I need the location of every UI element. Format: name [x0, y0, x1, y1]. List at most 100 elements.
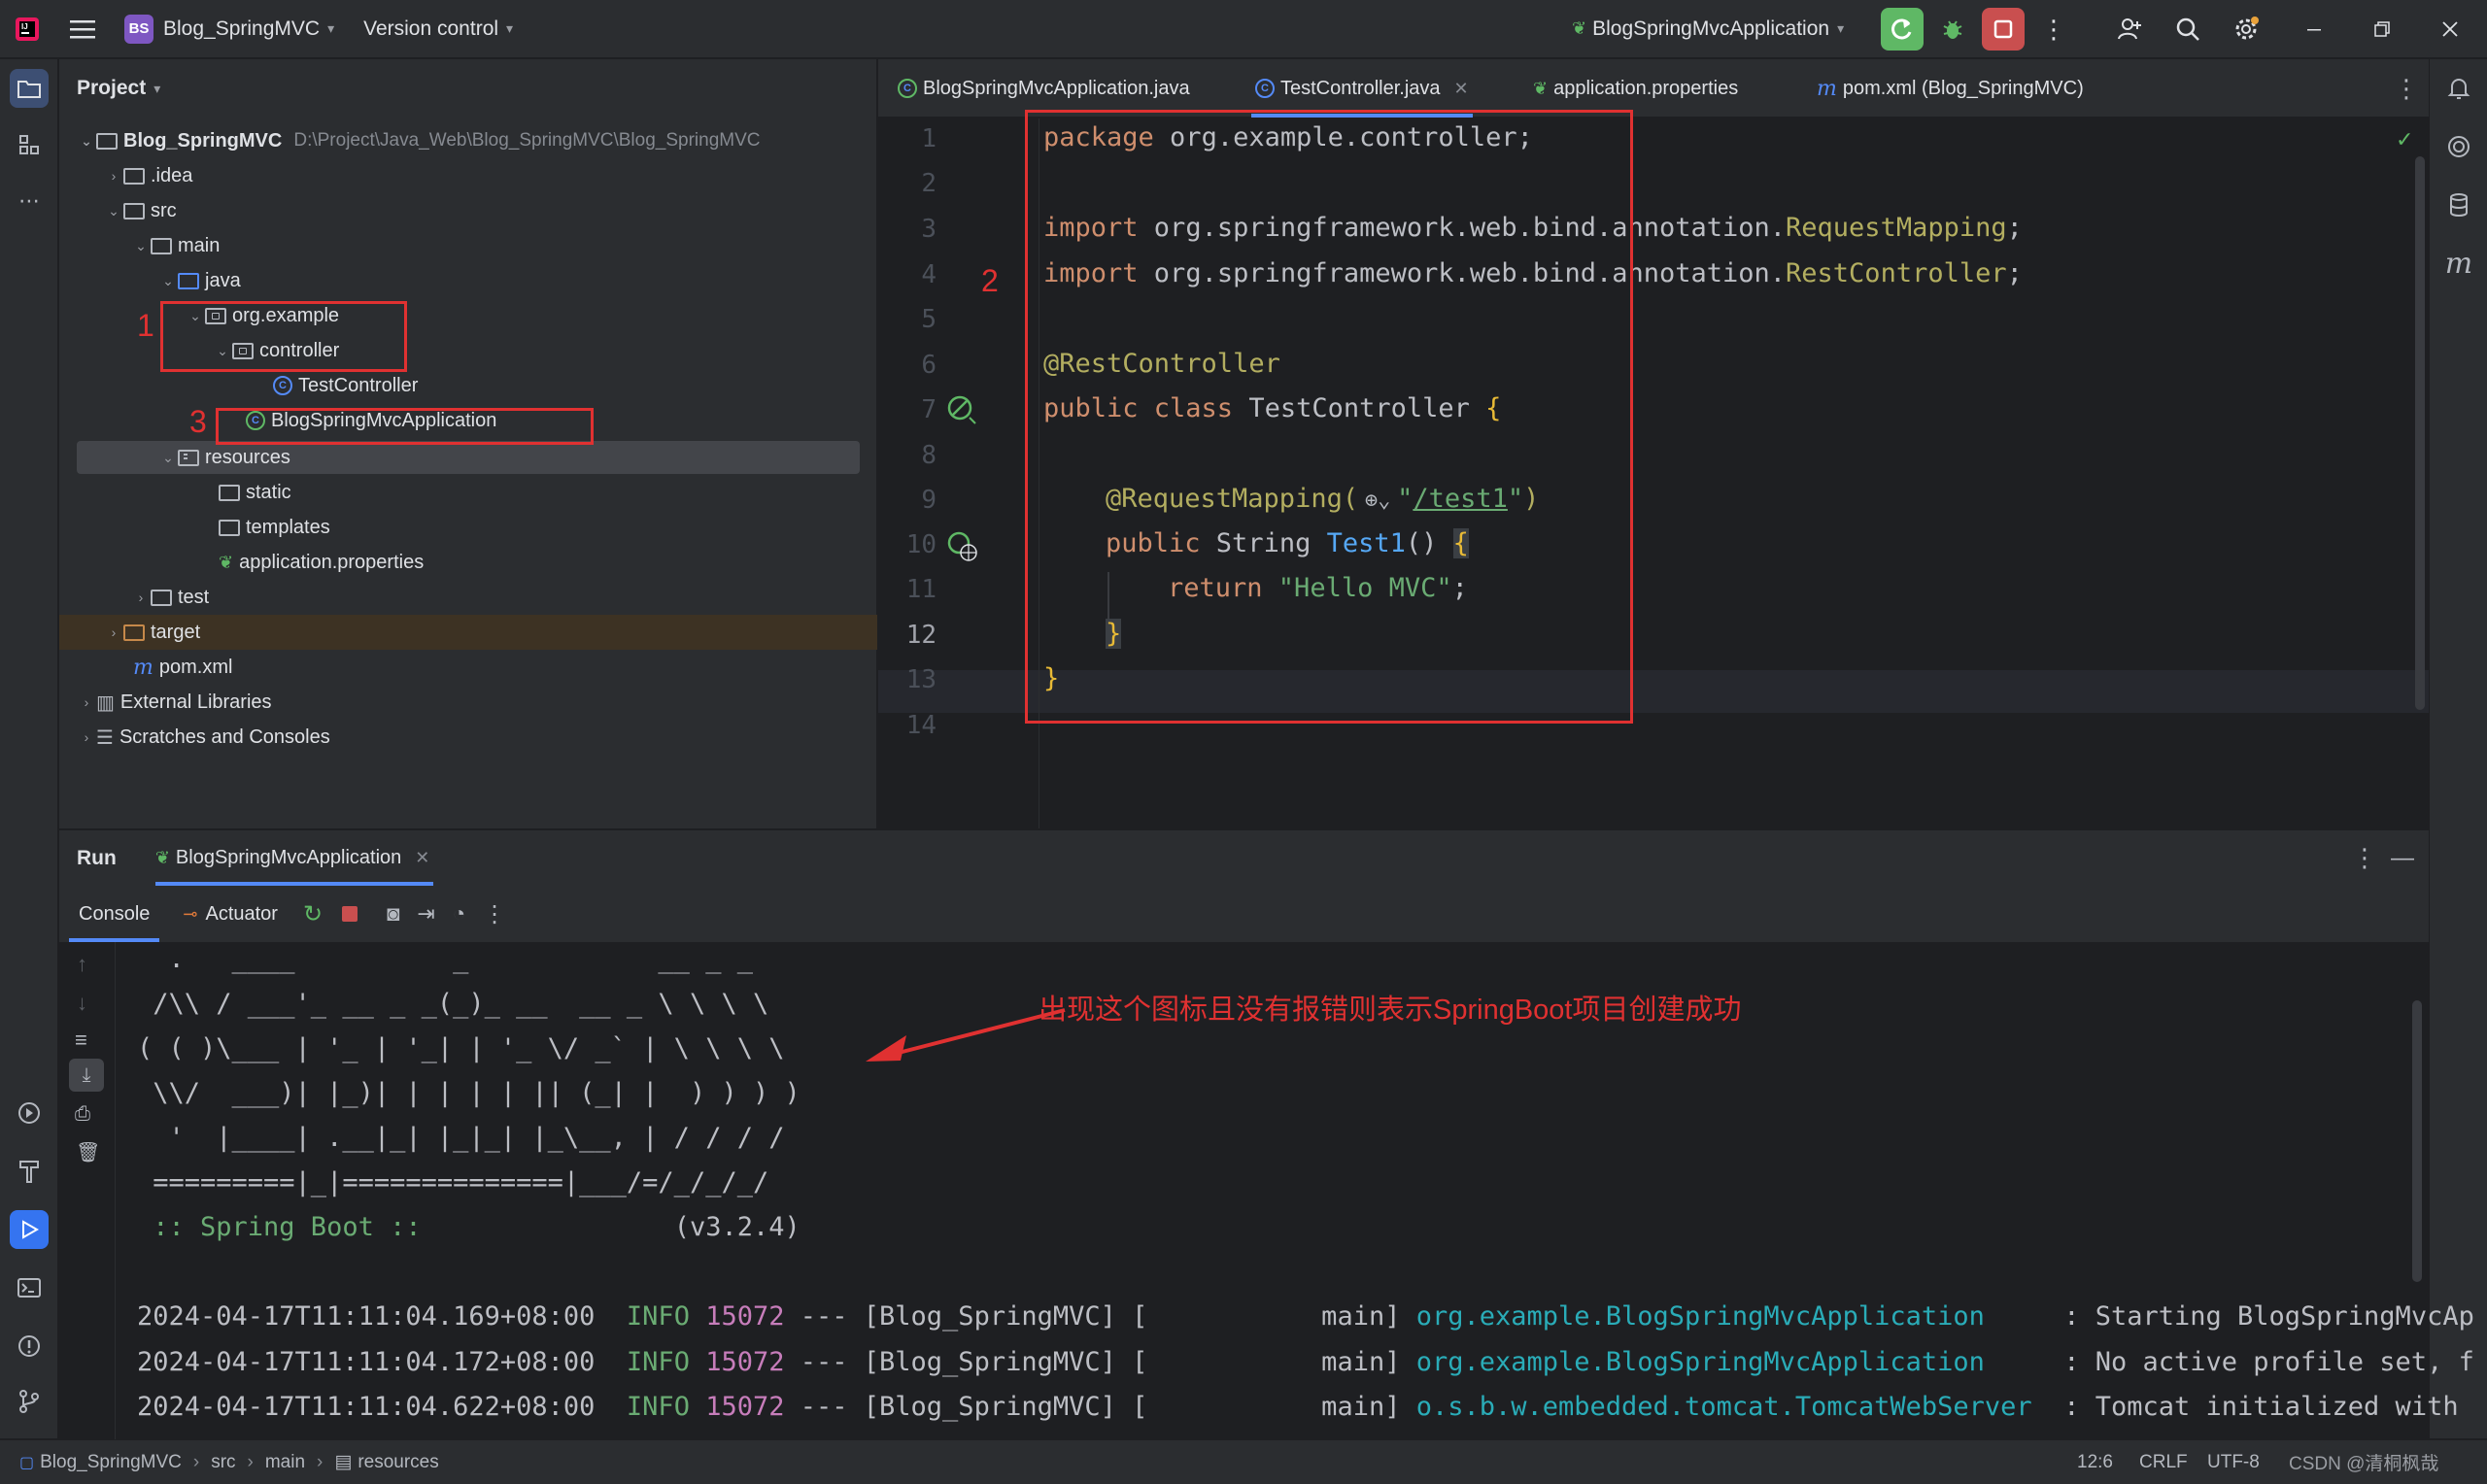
stop-icon[interactable]: [342, 906, 358, 922]
chevron-right-icon[interactable]: ›: [77, 694, 96, 710]
tree-item-java[interactable]: ⌄ java: [158, 263, 241, 298]
tree-item-application-properties[interactable]: ❦ application.properties: [219, 545, 424, 580]
line-number[interactable]: 9: [878, 486, 937, 515]
hide-panel-icon[interactable]: —: [2391, 845, 2414, 872]
tree-item-target[interactable]: › target: [104, 615, 201, 650]
soft-wrap-icon[interactable]: ≡: [75, 1028, 87, 1053]
tree-item-external-libraries[interactable]: › ▥ External Libraries: [77, 685, 272, 720]
profiler-icon[interactable]: ◔: [453, 901, 465, 927]
camera-icon[interactable]: ◙: [387, 901, 399, 927]
chevron-right-icon[interactable]: ›: [131, 590, 151, 605]
project-switcher[interactable]: BS Blog_SpringMVC ▾: [124, 0, 334, 58]
line-number[interactable]: 14: [878, 711, 937, 740]
line-number[interactable]: 6: [878, 351, 937, 380]
search-icon[interactable]: [2166, 8, 2209, 51]
file-encoding[interactable]: UTF-8: [2207, 1452, 2260, 1473]
terminal-tool-icon[interactable]: [10, 1268, 49, 1307]
chevron-right-icon[interactable]: ›: [104, 624, 123, 640]
console-scrollbar[interactable]: [2412, 1000, 2422, 1282]
breadcrumb-project[interactable]: Blog_SpringMVC: [40, 1452, 182, 1473]
chevron-right-icon[interactable]: ›: [77, 729, 96, 745]
tab-blogspringmvcapplication[interactable]: C BlogSpringMvcApplication.java: [898, 59, 1190, 118]
tab-console[interactable]: Console: [69, 886, 160, 942]
line-number[interactable]: 7: [878, 395, 937, 424]
chevron-down-icon[interactable]: ⌄: [158, 273, 178, 289]
tree-item-test[interactable]: › test: [131, 580, 210, 615]
project-tool-icon[interactable]: [10, 69, 49, 108]
line-number[interactable]: 13: [878, 665, 937, 694]
endpoint-gutter-icon[interactable]: [946, 530, 979, 569]
scroll-down-icon[interactable]: ↓: [77, 991, 87, 1016]
tab-application-properties[interactable]: ❦ application.properties: [1533, 59, 1738, 118]
line-number[interactable]: 12: [878, 621, 937, 650]
run-options-icon[interactable]: ⋮: [2352, 843, 2377, 873]
chevron-right-icon[interactable]: ›: [104, 168, 123, 184]
build-tool-icon[interactable]: [10, 1152, 49, 1191]
chevron-down-icon[interactable]: ⌄: [104, 203, 123, 219]
project-pane-header[interactable]: Project ▾: [59, 59, 876, 118]
git-tool-icon[interactable]: [10, 1382, 49, 1421]
line-number[interactable]: 8: [878, 441, 937, 470]
problems-tool-icon[interactable]: [10, 1327, 49, 1366]
exit-icon[interactable]: ⇥: [417, 901, 434, 927]
line-number[interactable]: 3: [878, 215, 937, 244]
line-separator[interactable]: CRLF: [2139, 1452, 2188, 1473]
line-number[interactable]: 10: [878, 530, 937, 559]
chevron-down-icon[interactable]: ⌄: [158, 450, 178, 466]
tree-item-main[interactable]: ⌄ main: [131, 228, 220, 263]
tree-item-resources[interactable]: ⌄ resources: [158, 440, 290, 475]
console-output[interactable]: ↑ ↓ ≡ ⤓ ⎙ 🗑 . ____ _ __ _ _ /\\ / ___'_ …: [59, 942, 2474, 1439]
structure-tool-icon[interactable]: [10, 125, 49, 164]
run-config-selector[interactable]: ❦ BlogSpringMvcApplication ▾: [1572, 0, 1844, 58]
tree-item-pom-xml[interactable]: m pom.xml: [133, 650, 232, 685]
chevron-down-icon[interactable]: ⌄: [131, 238, 151, 254]
scroll-up-icon[interactable]: ↑: [77, 952, 87, 977]
chevron-down-icon[interactable]: ⌄: [77, 133, 96, 150]
vcs-menu[interactable]: Version control ▾: [363, 0, 513, 58]
tree-item-testcontroller[interactable]: C TestController: [273, 368, 418, 403]
scroll-to-end-icon[interactable]: ⤓: [69, 1059, 104, 1092]
maven-icon[interactable]: m: [2439, 244, 2478, 283]
database-icon[interactable]: [2439, 186, 2478, 224]
stop-button[interactable]: [1982, 8, 2025, 51]
tree-item-scratches[interactable]: › ☰ Scratches and Consoles: [77, 720, 330, 755]
tab-options-icon[interactable]: ⋮: [2394, 59, 2419, 118]
spring-bean-gutter-icon[interactable]: [946, 394, 977, 431]
print-icon[interactable]: ⎙: [75, 1103, 90, 1126]
app-logo-icon[interactable]: IJ: [14, 0, 41, 58]
rerun-icon[interactable]: ↻: [303, 900, 323, 928]
tree-item-idea[interactable]: › .idea: [104, 158, 193, 193]
tree-item-src[interactable]: ⌄ src: [104, 193, 177, 228]
tab-run-configuration[interactable]: ❦ BlogSpringMvcApplication ✕: [154, 830, 434, 886]
minimize-icon[interactable]: [2293, 8, 2335, 51]
tree-item-templates[interactable]: templates: [219, 510, 330, 545]
breadcrumb-src[interactable]: src: [211, 1452, 235, 1473]
more-actions-icon[interactable]: ⋮: [2032, 8, 2075, 51]
debug-button[interactable]: [1931, 8, 1974, 51]
services-tool-icon[interactable]: [10, 1094, 49, 1132]
rerun-button[interactable]: [1881, 8, 1924, 51]
add-user-icon[interactable]: [2108, 8, 2151, 51]
more-actions-icon[interactable]: ⋮: [483, 900, 506, 928]
close-window-icon[interactable]: [2429, 8, 2471, 51]
no-problems-check-icon[interactable]: ✓: [2396, 127, 2413, 152]
close-tab-icon[interactable]: ✕: [415, 848, 429, 868]
settings-gear-icon[interactable]: [2225, 8, 2267, 51]
line-number[interactable]: 11: [878, 575, 937, 604]
tree-item-static[interactable]: static: [219, 475, 291, 510]
close-tab-icon[interactable]: ✕: [1454, 79, 1469, 99]
line-number[interactable]: 1: [878, 124, 937, 153]
line-number[interactable]: 2: [878, 169, 937, 198]
line-number[interactable]: 4: [878, 260, 937, 289]
breadcrumb-main[interactable]: main: [265, 1452, 305, 1473]
restore-icon[interactable]: [2361, 8, 2403, 51]
more-tools-icon[interactable]: ⋯: [10, 182, 49, 220]
main-menu-icon[interactable]: [70, 0, 95, 58]
tree-item-root[interactable]: ⌄ Blog_SpringMVC D:\Project\Java_Web\Blo…: [77, 123, 760, 158]
tab-testcontroller[interactable]: C TestController.java ✕: [1251, 59, 1473, 118]
tab-actuator[interactable]: ⊸ Actuator: [183, 903, 278, 926]
editor-scrollbar[interactable]: [2415, 156, 2425, 710]
ai-assistant-icon[interactable]: [2439, 127, 2478, 166]
tab-pom-xml[interactable]: m pom.xml (Blog_SpringMVC): [1817, 59, 2084, 118]
run-tool-icon[interactable]: [10, 1210, 49, 1249]
